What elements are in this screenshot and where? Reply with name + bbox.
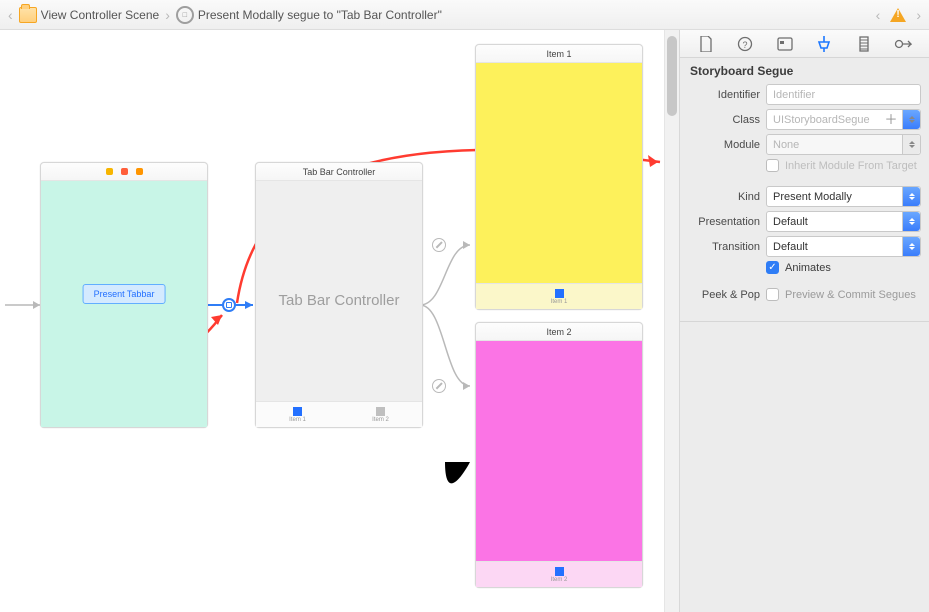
dot-icon [106,168,113,175]
peekpop-label: Peek & Pop [688,289,760,301]
plus-icon[interactable]: ＋ [884,113,898,127]
segue-icon: ☐ [176,6,194,24]
kind-value: Present Modally [773,191,852,203]
module-label: Module [688,139,760,151]
caret-icon[interactable] [902,110,920,129]
tabbar-center-label: Tab Bar Controller [256,292,422,309]
tab-icon [293,407,302,416]
animates-label: Animates [785,262,831,274]
relationship-node[interactable] [432,379,446,393]
checkbox-icon [766,288,779,301]
help-inspector-icon[interactable]: ? [736,35,754,53]
segue-node[interactable] [222,298,236,312]
peekpop-checkbox[interactable]: Preview & Commit Segues [766,288,921,301]
kind-label: Kind [688,191,760,203]
tab-item[interactable]: Item 2 [476,562,642,587]
presentation-label: Presentation [688,216,760,228]
checkbox-icon: ✓ [766,261,779,274]
path-segue[interactable]: Present Modally segue to "Tab Bar Contro… [198,8,442,22]
caret-icon[interactable] [902,212,920,231]
inherit-module-checkbox[interactable]: Inherit Module From Target [766,159,921,172]
tab-label: Item 1 [289,417,306,423]
chevron-right-icon: › [163,7,172,23]
scene-title: Item 1 [476,45,642,63]
path-scene[interactable]: View Controller Scene [41,8,160,22]
scene-titlebar [41,163,207,181]
inherit-module-label: Inherit Module From Target [785,160,917,172]
storyboard-canvas[interactable]: Present Tabbar Tab Bar Controller Tab Ba… [0,30,664,612]
class-placeholder: UIStoryboardSegue [773,114,870,126]
caret-icon[interactable] [902,237,920,256]
next-issue-icon[interactable]: › [914,7,923,23]
transition-value: Default [773,241,808,253]
scene-item-2[interactable]: Item 2 Item 2 [475,322,643,588]
scene-title: Item 2 [476,323,642,341]
folder-icon [19,7,37,23]
presentation-value: Default [773,216,808,228]
tab-item[interactable]: Item 1 [476,284,642,309]
present-tabbar-button[interactable]: Present Tabbar [83,284,166,304]
scene-title: Tab Bar Controller [256,163,422,181]
connections-inspector-icon[interactable] [894,35,912,53]
tab-icon [555,567,564,576]
svg-text:?: ? [743,40,748,50]
identifier-label: Identifier [688,89,760,101]
class-combobox[interactable]: UIStoryboardSegue ＋ [766,109,921,130]
identity-inspector-icon[interactable] [776,35,794,53]
tab-label: Item 1 [551,299,568,305]
inspector-panel: ? Storyboard Segue Identifier Class [679,30,929,612]
caret-icon[interactable] [902,135,920,154]
module-combobox[interactable]: None [766,134,921,155]
caret-icon[interactable] [902,187,920,206]
file-inspector-icon[interactable] [697,35,715,53]
inspector-tab-bar: ? [680,30,929,58]
kind-select[interactable]: Present Modally [766,186,921,207]
prev-issue-icon[interactable]: ‹ [874,7,883,23]
identifier-field[interactable] [766,84,921,105]
dot-icon [121,168,128,175]
dot-icon [136,168,143,175]
relationship-node[interactable] [432,238,446,252]
scene-item-1[interactable]: Item 1 Item 1 [475,44,643,310]
tab-item-1[interactable]: Item 1 [256,402,339,427]
tab-icon [555,289,564,298]
size-inspector-icon[interactable] [855,35,873,53]
inspector-section-title: Storyboard Segue [680,58,929,82]
vertical-scrollbar[interactable] [664,30,679,612]
tab-bar: Item 2 [476,561,642,587]
animates-checkbox[interactable]: ✓ Animates [766,261,921,274]
module-placeholder: None [773,139,799,151]
scene-view-controller[interactable]: Present Tabbar [40,162,208,428]
transition-label: Transition [688,241,760,253]
presentation-select[interactable]: Default [766,211,921,232]
back-chevron-icon[interactable]: ‹ [6,7,15,23]
peekpop-option-label: Preview & Commit Segues [785,289,916,301]
transition-select[interactable]: Default [766,236,921,257]
scrollbar-thumb[interactable] [667,36,677,116]
tab-label: Item 2 [372,417,389,423]
tab-bar: Item 1 [476,283,642,309]
attributes-inspector-icon[interactable] [815,35,833,53]
checkbox-icon [766,159,779,172]
warning-icon[interactable] [890,8,906,22]
tab-label: Item 2 [551,577,568,583]
path-bar: ‹ View Controller Scene › ☐ Present Moda… [0,0,929,30]
tab-icon [376,407,385,416]
class-label: Class [688,114,760,126]
tab-item-2[interactable]: Item 2 [339,402,422,427]
tab-bar: Item 1 Item 2 [256,401,422,427]
scene-tab-bar-controller[interactable]: Tab Bar Controller Tab Bar Controller It… [255,162,423,428]
